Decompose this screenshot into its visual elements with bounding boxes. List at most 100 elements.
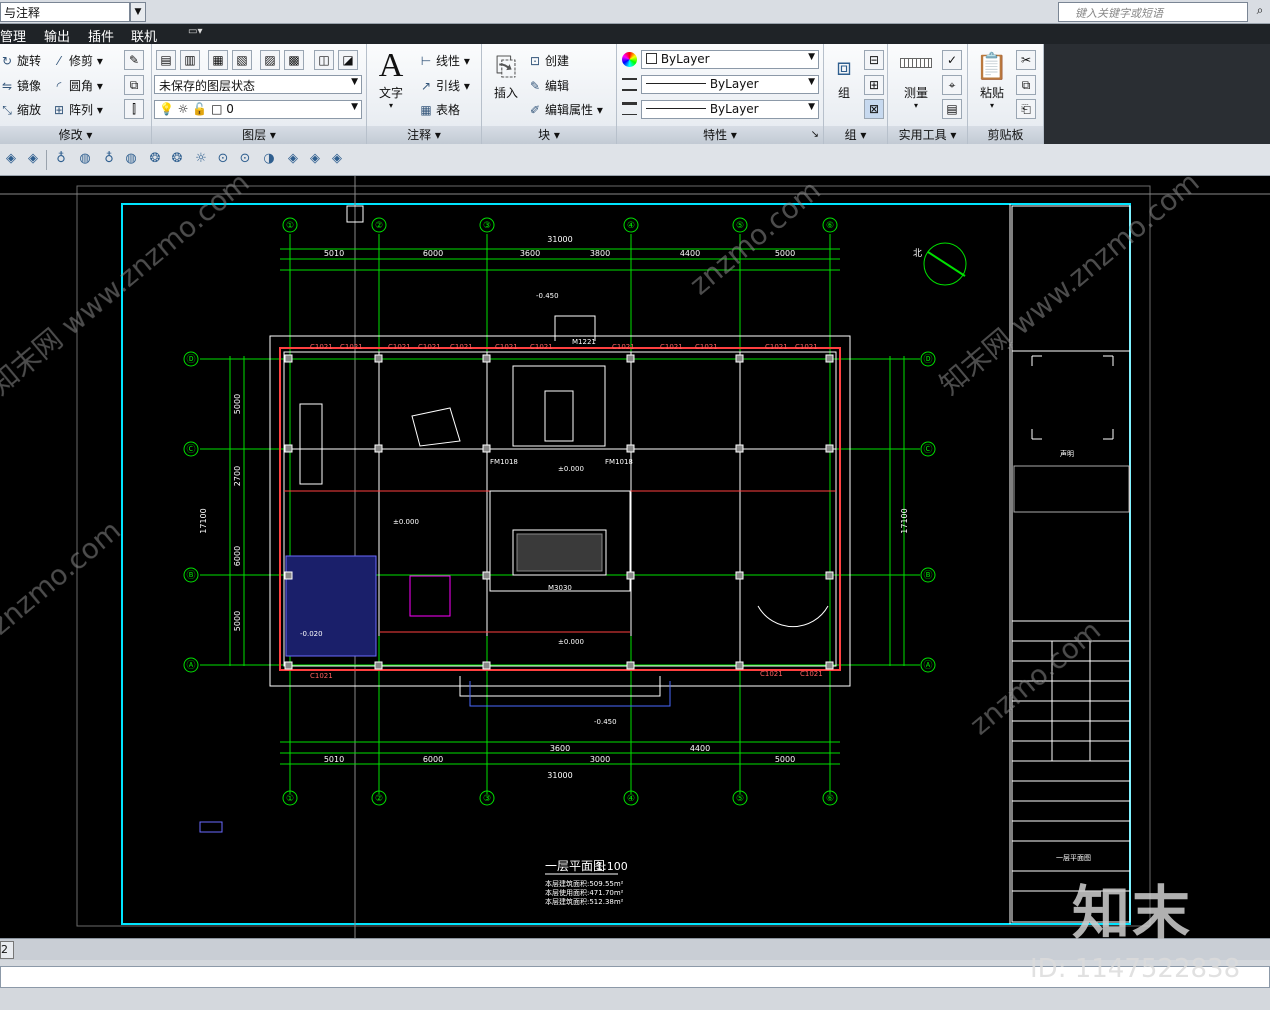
group-select-icon[interactable]: ⊠ <box>864 99 884 119</box>
linetype-dropdown[interactable]: ByLayer ▼ <box>641 75 819 94</box>
panel-properties: ByLayer ▼ ByLayer ▼ ByLayer ▼ 特性 ▾ ↘ <box>617 44 824 144</box>
copy-icon[interactable]: ⧉ <box>124 75 144 95</box>
cut-icon[interactable]: ✂ <box>1016 50 1036 70</box>
grid-label: ③ <box>483 794 491 804</box>
dialog-launcher-icon[interactable]: ↘ <box>811 126 819 144</box>
layer-toolbar-icon[interactable]: ◈ <box>306 151 324 169</box>
offset-icon[interactable]: ⫿ <box>124 99 144 119</box>
group-icon: ⧈ <box>836 53 852 81</box>
erase-icon[interactable]: ✎ <box>124 50 144 70</box>
workspace-selector[interactable]: 与注释 <box>0 2 130 22</box>
layer-toolbar-icon[interactable]: ◍ <box>122 151 140 169</box>
ribbon-tab-bar: 管理 输出 插件 联机 ▭▾ <box>0 24 1270 45</box>
calculator-icon[interactable]: ▤ <box>942 99 962 119</box>
layer-state-dropdown[interactable]: 未保存的图层状态 ▼ <box>154 75 362 94</box>
color-wheel-icon[interactable] <box>622 52 637 67</box>
color-dropdown[interactable]: ByLayer ▼ <box>641 50 819 69</box>
layer-unisolate-icon[interactable]: ▩ <box>284 50 304 70</box>
panel-title[interactable]: 特性 ▾ ↘ <box>617 126 823 144</box>
ruler-icon <box>900 58 932 68</box>
id-point-icon[interactable]: ⌖ <box>942 75 962 95</box>
grid-label: ① <box>286 221 294 231</box>
text-button[interactable]: A 文字 ▾ <box>373 48 409 111</box>
ungroup-icon[interactable]: ⊟ <box>864 50 884 70</box>
drawing-canvas[interactable]: ① ② ③ ④ ⑤ ⑥ ① ② ③ ④ ⑤ ⑥ Ⓓ Ⓒ Ⓑ Ⓐ Ⓓ Ⓒ Ⓑ Ⓐ … <box>0 165 1270 938</box>
layer-previous-icon[interactable]: ▧ <box>232 50 252 70</box>
paste-special-icon[interactable]: ⎗ <box>1016 99 1036 119</box>
layer-isolate-icon[interactable]: ▨ <box>260 50 280 70</box>
plan-scale: 1:100 <box>596 860 628 873</box>
layer-toolbar-icon[interactable]: ◑ <box>260 151 278 169</box>
panel-title[interactable]: 修改 ▾ <box>0 126 151 144</box>
sun-icon[interactable]: ☼ <box>192 151 210 169</box>
insert-button[interactable]: ⎘ 插入 <box>488 50 524 101</box>
paste-button[interactable]: 📋 粘贴 ▾ <box>974 50 1010 110</box>
leader-button[interactable]: ↗ 引线 ▾ <box>419 77 470 94</box>
panel-title[interactable]: 组 ▾ <box>824 126 887 144</box>
grid-label: ④ <box>627 794 635 804</box>
quick-select-icon[interactable]: ✓ <box>942 50 962 70</box>
edit-attributes-button[interactable]: ✐ 编辑属性 ▾ <box>528 101 603 118</box>
array-button[interactable]: ⊞ 阵列 ▾ <box>52 101 103 118</box>
create-block-button[interactable]: ⊡ 创建 <box>528 52 569 69</box>
level-mark: ±0.000 <box>558 465 584 473</box>
binoculars-icon[interactable]: ⌕ <box>1252 3 1268 21</box>
sun-icon[interactable]: ❂ <box>146 151 164 169</box>
bulb-icon[interactable]: ♁ <box>100 151 118 169</box>
fillet-button[interactable]: ◜ 圆角 ▾ <box>52 77 103 94</box>
layer-toolbar-icon[interactable]: ◈ <box>328 151 346 169</box>
layer-state-icon[interactable]: ▥ <box>180 50 200 70</box>
grid-label: Ⓒ <box>186 444 195 455</box>
tab-manage[interactable]: 管理 <box>0 26 26 45</box>
group-button[interactable]: ⧈ 组 <box>828 50 860 101</box>
sun-icon[interactable]: ❂ <box>168 151 186 169</box>
bulb-icon[interactable]: ♁ <box>52 151 70 169</box>
copy-clip-icon[interactable]: ⧉ <box>1016 75 1036 95</box>
panel-title[interactable]: 实用工具 ▾ <box>888 126 967 144</box>
measure-button[interactable]: 测量 ▾ <box>894 50 938 110</box>
lineweight-dropdown[interactable]: ByLayer ▼ <box>641 100 819 119</box>
panel-title[interactable]: 剪贴板 <box>968 126 1043 144</box>
tab-online[interactable]: 联机 <box>131 26 157 45</box>
chevron-down-icon[interactable]: ▼ <box>130 2 146 22</box>
tab-output[interactable]: 输出 <box>44 26 70 45</box>
layer-properties-icon[interactable]: ▤ <box>156 50 176 70</box>
layer-match-icon[interactable]: ▦ <box>208 50 228 70</box>
grid-label: ② <box>375 794 383 804</box>
tab-plugins[interactable]: 插件 <box>88 26 114 45</box>
watermark-text: znzmo.com <box>963 613 1107 741</box>
table-button[interactable]: ▦ 表格 <box>419 101 460 118</box>
layer-toolbar-icon[interactable]: ◍ <box>76 151 94 169</box>
mirror-icon: ⇋ <box>1 79 13 93</box>
layer-toolbar-icon[interactable]: ◈ <box>2 151 20 169</box>
edit-block-button[interactable]: ✎ 编辑 <box>528 77 569 94</box>
grid-label: Ⓑ <box>186 570 195 581</box>
layer-off-icon[interactable]: ◫ <box>314 50 334 70</box>
trim-button[interactable]: ⁄ 修剪 ▾ <box>52 52 103 69</box>
fillet-icon: ◜ <box>56 79 62 93</box>
panel-title[interactable]: 注释 ▾ <box>367 126 481 144</box>
rotate-button[interactable]: ↻ 旋转 <box>0 52 41 69</box>
mirror-button[interactable]: ⇋ 镜像 <box>0 77 41 94</box>
lock-icon[interactable]: ⊙ <box>214 151 232 169</box>
linetype-icon[interactable] <box>622 78 637 91</box>
lineweight-icon[interactable] <box>622 102 637 115</box>
panel-title[interactable]: 块 ▾ <box>482 126 616 144</box>
scale-button[interactable]: ⤡ 缩放 <box>0 101 41 118</box>
group-edit-icon[interactable]: ⊞ <box>864 75 884 95</box>
layer-freeze-icon[interactable]: ◪ <box>338 50 358 70</box>
panel-title[interactable]: 图层 ▾ <box>152 126 366 144</box>
ribbon-options-icon[interactable]: ▭▾ <box>188 26 202 37</box>
lock-icon[interactable]: ⊙ <box>236 151 254 169</box>
edit-attributes-icon: ✐ <box>529 103 541 117</box>
layer-toolbar-icon[interactable]: ◈ <box>284 151 302 169</box>
sun-icon: ☼ <box>177 102 189 116</box>
linear-dim-button[interactable]: ⊢ 线性 ▾ <box>419 52 470 69</box>
layer-toolbar-icon[interactable]: ◈ <box>24 151 42 169</box>
layout-tab[interactable]: 2 <box>0 941 14 959</box>
layers-toolbar: ◈ ◈ ♁ ◍ ♁ ◍ ❂ ❂ ☼ ⊙ ⊙ ◑ ◈ ◈ ◈ <box>0 144 1270 176</box>
dim-text: 5000 <box>233 611 242 631</box>
search-input[interactable]: 键入关键字或短语 <box>1058 2 1248 22</box>
watermark-text: znzmo.com <box>683 176 827 301</box>
current-layer-dropdown[interactable]: 💡 ☼ 🔓 □ 0 ▼ <box>154 100 362 119</box>
